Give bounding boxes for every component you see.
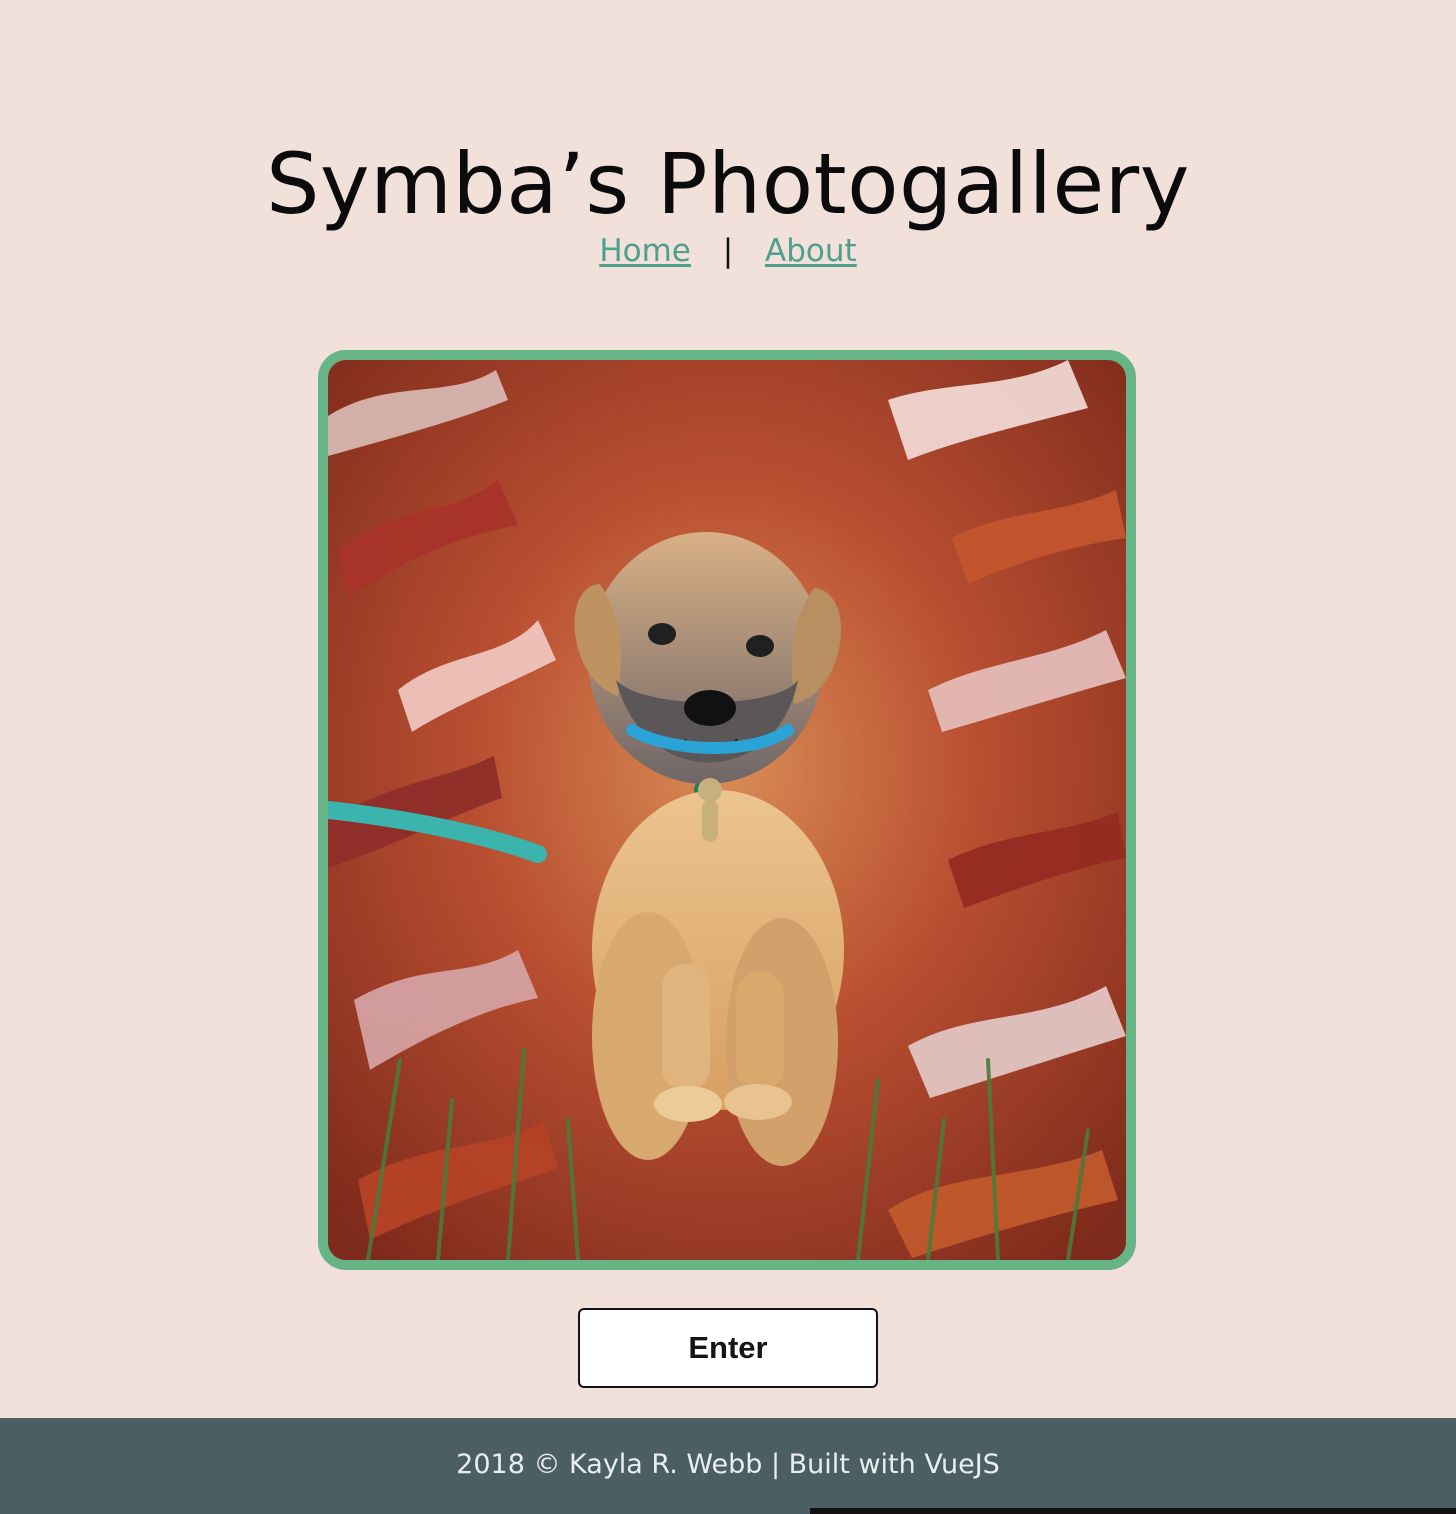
main-navigation: Home | About [0,228,1456,274]
footer-text: 2018 © Kayla R. Webb | Built with VueJS [456,1449,1000,1480]
gallery-photo-frame [318,350,1136,1270]
nav-link-home[interactable]: Home [599,233,691,269]
puppy-photo [328,360,1126,1260]
nav-link-about[interactable]: About [765,233,857,269]
page-title: Symba’s Photogallery [266,135,1190,234]
site-footer: 2018 © Kayla R. Webb | Built with VueJS [0,1418,1456,1514]
nav-separator: | [722,233,734,269]
enter-button[interactable]: Enter [578,1308,878,1388]
footer-bottom-strip [810,1508,1456,1514]
